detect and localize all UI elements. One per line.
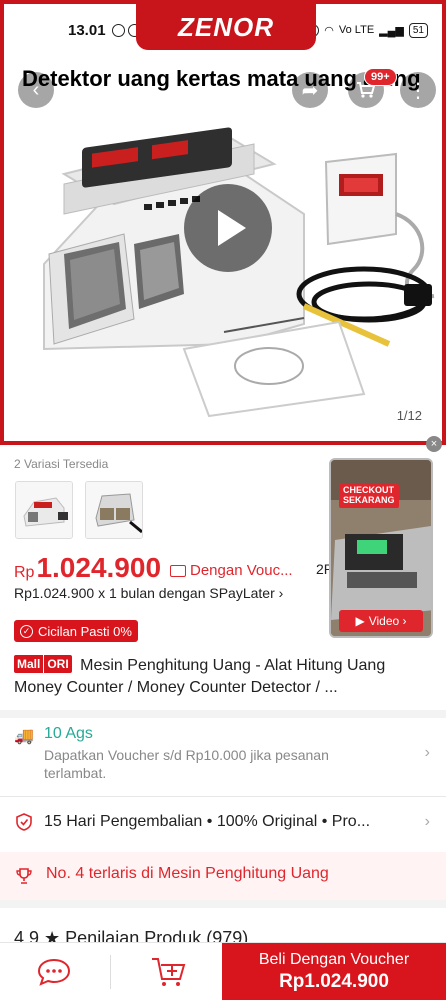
add-to-cart-button[interactable] — [150, 955, 186, 989]
ori-badge: ORI — [43, 655, 72, 673]
signal-icon: ▂▄▆ — [379, 24, 404, 37]
chevron-right-icon: › — [424, 744, 430, 761]
guarantee-text: 15 Hari Pengembalian • 100% Original • P… — [44, 813, 371, 830]
voucher-icon — [170, 564, 186, 577]
add-to-cart-icon — [152, 958, 186, 986]
chevron-left-icon: ‹ — [32, 78, 40, 101]
video-play-icon: ▶ — [355, 614, 365, 628]
section-divider — [0, 900, 446, 908]
voucher-tag[interactable]: Dengan Vouc... — [170, 562, 293, 579]
brand-text: ZENOR — [178, 11, 274, 42]
chevron-right-icon: › — [424, 813, 430, 830]
trophy-icon — [16, 868, 32, 884]
checkout-badge: CHECKOUT SEKARANG — [339, 484, 399, 508]
divider — [0, 796, 446, 797]
variant-image — [86, 482, 142, 538]
buy-button-price: Rp1.024.900 — [279, 971, 389, 992]
bottom-action-bar: Beli Dengan Voucher Rp1.024.900 — [0, 942, 446, 1000]
variant-thumbnail[interactable] — [85, 481, 143, 539]
image-counter: 1/12 — [390, 406, 428, 425]
price-amount: 1.024.900 — [36, 552, 162, 583]
variants-label: 2 Variasi Tersedia — [14, 457, 109, 471]
close-floating-video-button[interactable]: × — [426, 436, 442, 452]
cicilan-badge: ✓ Cicilan Pasti 0% — [14, 620, 138, 642]
variant-image — [16, 482, 72, 538]
variant-thumbnail[interactable] — [15, 481, 73, 539]
system-icons: ◠ Vo LTE ▂▄▆ 51 — [306, 22, 428, 38]
status-time: 13.01 — [68, 21, 106, 39]
chat-button[interactable] — [36, 957, 72, 987]
price-row: Rp 1.024.900 — [14, 552, 161, 584]
separator — [110, 955, 111, 989]
buy-button-label: Beli Dengan Voucher — [258, 951, 410, 968]
video-button-label: Video › — [368, 614, 407, 628]
chat-icon — [37, 958, 71, 986]
bestseller-text: No. 4 terlaris di Mesin Penghitung Uang — [46, 865, 329, 882]
price-currency: Rp — [14, 564, 35, 581]
share-button[interactable]: ➦ — [292, 72, 328, 108]
more-icon: ⋮ — [408, 79, 428, 102]
installment-info[interactable]: Rp1.024.900 x 1 bulan dengan SPayLater › — [14, 585, 283, 601]
product-page: 13.01 ◠ Vo LTE ▂▄▆ 51 ZENOR Detektor uan… — [0, 0, 446, 1000]
shield-icon — [16, 813, 32, 831]
share-icon: ➦ — [301, 79, 319, 102]
section-divider — [0, 710, 446, 718]
shipping-description: Dapatkan Voucher s/d Rp10.000 jika pesan… — [44, 747, 329, 781]
voucher-label: Dengan Vouc... — [190, 562, 293, 579]
product-image-gallery[interactable]: 13.01 ◠ Vo LTE ▂▄▆ 51 ZENOR Detektor uan… — [0, 0, 446, 445]
back-button[interactable]: ‹ — [18, 72, 54, 108]
buy-with-voucher-button[interactable]: Beli Dengan Voucher Rp1.024.900 — [222, 943, 446, 1000]
brand-watermark: ZENOR — [136, 4, 316, 50]
product-title-row: Mall ORI Mesin Penghitung Uang - Alat Hi… — [14, 655, 432, 699]
play-icon — [218, 210, 246, 246]
bestseller-banner[interactable]: No. 4 terlaris di Mesin Penghitung Uang — [0, 852, 446, 900]
battery-icon: 51 — [408, 22, 428, 38]
checkout-badge-line2: SEKARANG — [343, 494, 395, 505]
cart-count-badge: 99+ — [364, 68, 397, 86]
cicilan-label: Cicilan Pasti 0% — [38, 623, 132, 639]
network-label: Vo LTE — [338, 24, 375, 36]
mall-badge: Mall — [14, 655, 44, 673]
play-video-button[interactable] — [184, 184, 272, 272]
mall-ori-badge: Mall ORI — [14, 655, 72, 673]
more-button[interactable]: ⋮ — [400, 72, 436, 108]
whatsapp-icon — [111, 23, 125, 37]
video-button[interactable]: ▶ Video › — [339, 610, 423, 632]
truck-icon: 🚚 — [14, 728, 34, 745]
wifi-icon: ◠ — [324, 24, 334, 37]
floating-video[interactable]: CHECKOUT SEKARANG ▶ Video › — [329, 458, 433, 638]
check-icon: ✓ — [20, 624, 33, 638]
shipping-date: 10 Ags — [44, 725, 93, 742]
